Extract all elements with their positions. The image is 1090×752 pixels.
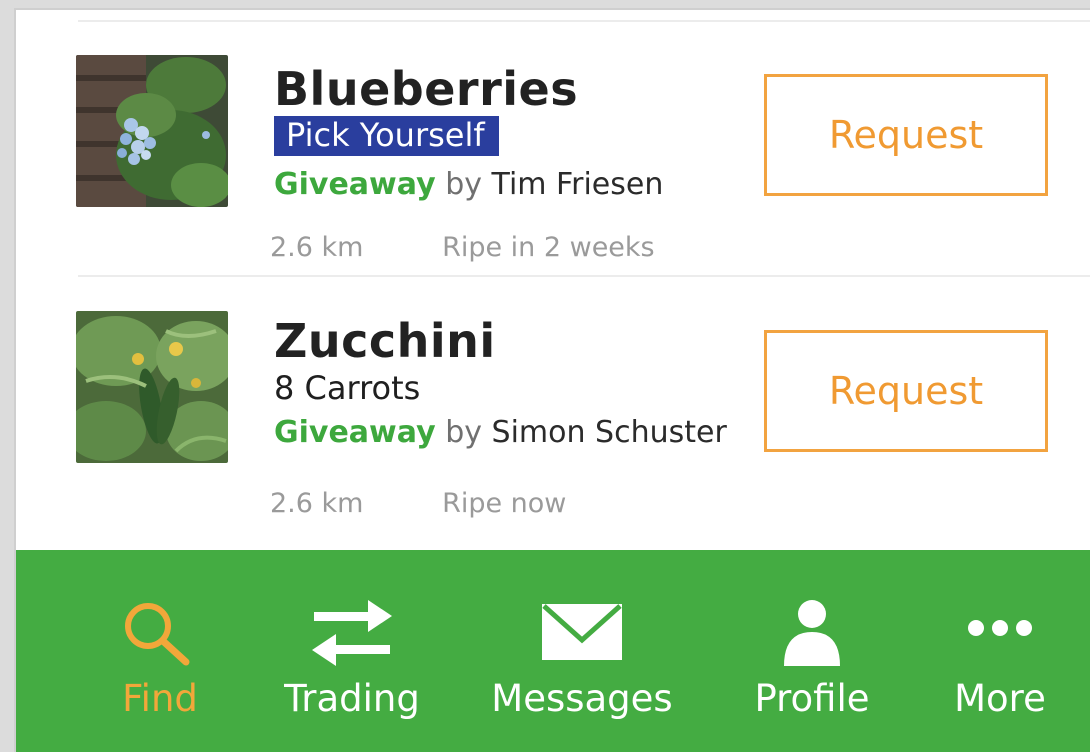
tab-find[interactable]: Find — [80, 550, 240, 752]
list-item[interactable]: Blueberries Pick Yourself Giveaway by Ti… — [16, 22, 1090, 282]
blueberry-photo-icon — [76, 55, 228, 207]
tab-more[interactable]: More — [920, 550, 1080, 752]
request-button[interactable]: Request — [764, 74, 1048, 196]
more-dots-icon — [964, 616, 1036, 644]
tab-label: Trading — [284, 677, 420, 720]
listing-owner[interactable]: Tim Friesen — [492, 167, 664, 202]
listing-distance: 2.6 km — [270, 488, 364, 519]
listing-ripeness: Ripe in 2 weeks — [442, 232, 655, 263]
person-icon — [780, 598, 844, 672]
listing-info: 2.6 km Ripe in 2 weeks — [270, 234, 655, 261]
tab-profile[interactable]: Profile — [732, 550, 892, 752]
tab-trading[interactable]: Trading — [262, 550, 442, 752]
tab-label: Profile — [754, 677, 870, 720]
by-label: by — [445, 167, 482, 202]
app-screen: Blueberries Pick Yourself Giveaway by Ti… — [14, 8, 1090, 752]
tab-label: Messages — [491, 677, 673, 720]
listing-info: 2.6 km Ripe now — [270, 490, 566, 517]
zucchini-photo-icon — [76, 311, 228, 463]
listing-ripeness: Ripe now — [442, 488, 567, 519]
listing-meta: Giveaway by Tim Friesen — [274, 170, 663, 200]
tab-label: Find — [122, 677, 198, 720]
zucchini-thumbnail — [76, 311, 228, 463]
envelope-icon — [540, 598, 624, 668]
search-icon — [120, 598, 200, 674]
swap-arrows-icon — [310, 598, 394, 672]
list-divider — [78, 275, 1090, 277]
listing-title: Blueberries — [274, 62, 579, 116]
listing-type: Giveaway — [274, 415, 436, 450]
listing-distance: 2.6 km — [270, 232, 364, 263]
tab-messages[interactable]: Messages — [482, 550, 682, 752]
bottom-tab-bar: Find Trading Messages Profile More — [16, 550, 1090, 752]
blueberry-thumbnail — [76, 55, 228, 207]
listing-title: Zucchini — [274, 314, 496, 368]
listing-subtitle: 8 Carrots — [274, 369, 421, 407]
by-label: by — [445, 415, 482, 450]
listing-owner[interactable]: Simon Schuster — [492, 415, 727, 450]
request-button[interactable]: Request — [764, 330, 1048, 452]
listing-subtitle-badge: Pick Yourself — [274, 116, 499, 156]
tab-label: More — [954, 677, 1046, 720]
listing-meta: Giveaway by Simon Schuster — [274, 418, 727, 448]
listing-type: Giveaway — [274, 167, 436, 202]
list-item[interactable]: Zucchini 8 Carrots Giveaway by Simon Sch… — [16, 278, 1090, 538]
